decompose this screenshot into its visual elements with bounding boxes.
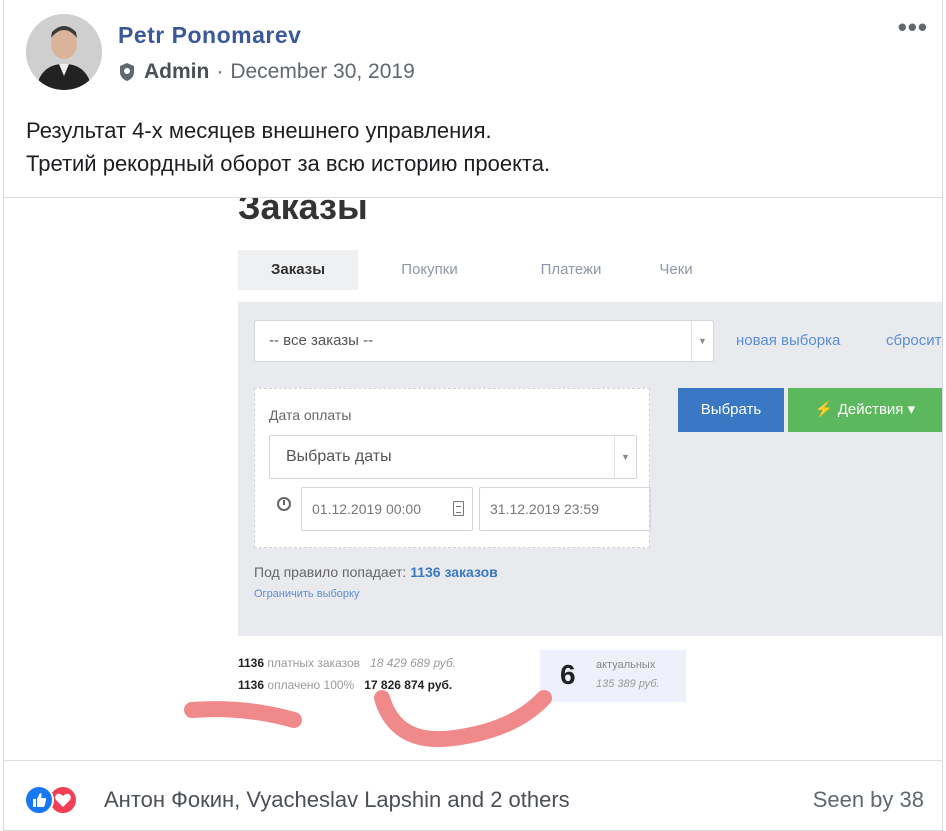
stats-row: 1136 платных заказов 18 429 689 руб.	[238, 652, 456, 674]
chevron-down-icon: ▼	[614, 436, 636, 478]
actual-label: актуальных	[596, 659, 656, 671]
like-icon	[24, 785, 54, 815]
paid-orders-label: платных заказов	[267, 656, 361, 670]
seen-by-count[interactable]: Seen by 38	[813, 787, 924, 813]
reaction-names[interactable]: Антон Фокин, Vyacheslav Lapshin and 2 ot…	[104, 787, 570, 813]
actual-sum: 135 389 руб.	[596, 678, 660, 690]
more-options-icon[interactable]: •••	[898, 12, 928, 43]
paid-100-sum: 17 826 874 руб.	[364, 678, 453, 692]
date-from-value: 01.12.2019 00:00	[312, 501, 421, 517]
paid-orders-sum: 18 429 689 руб.	[370, 656, 457, 670]
meta-separator: ·	[216, 60, 224, 83]
orders-filter-select: -- все заказы -- ▼	[254, 320, 714, 362]
tab-orders: Заказы	[238, 250, 358, 290]
paid-100-label: оплачено 100%	[267, 678, 355, 692]
tab-purchases: Покупки	[401, 261, 458, 278]
date-to-value: 31.12.2019 23:59	[490, 501, 599, 517]
rule-count: 1136 заказов	[410, 564, 498, 580]
avatar-photo	[26, 14, 102, 90]
author-name[interactable]: Petr Ponomarev	[118, 22, 301, 49]
stats-row: 1136 оплачено 100% 17 826 874 руб.	[238, 674, 456, 696]
post-meta: Admin · December 30, 2019	[118, 60, 415, 84]
tab-payments: Платежи	[540, 261, 602, 278]
rule-prefix: Под правило попадает:	[254, 564, 411, 580]
paid-100-count: 1136	[238, 678, 265, 692]
order-stats: 1136 платных заказов 18 429 689 руб. 113…	[238, 652, 456, 696]
admin-shield-icon	[120, 63, 134, 81]
filter-panel: -- все заказы -- ▼ новая выборка сбросит…	[238, 302, 942, 636]
actual-count: 6	[560, 659, 576, 690]
post-card: Petr Ponomarev Admin · December 30, 2019…	[3, 0, 943, 831]
select-button: Выбрать	[678, 388, 784, 432]
date-to-field: 31.12.2019 23:59	[479, 487, 651, 531]
payment-date-box: Дата оплаты Выбрать даты ▼ 01.12.2019 00…	[254, 388, 651, 548]
post-text-line: Результат 4-х месяцев внешнего управлени…	[26, 118, 492, 143]
limit-selection-link: Ограничить выборку	[254, 588, 360, 600]
reset-link: сбросить	[886, 332, 942, 349]
post-text: Результат 4-х месяцев внешнего управлени…	[26, 114, 550, 180]
post-text-line: Третий рекордный оборот за всю историю п…	[26, 151, 551, 176]
thumbs-up-icon	[33, 793, 47, 807]
clock-icon	[277, 497, 291, 511]
avatar[interactable]	[26, 14, 102, 90]
new-selection-link: новая выборка	[736, 332, 841, 349]
actual-orders-box: 6 актуальных 135 389 руб.	[540, 650, 686, 702]
post-date[interactable]: December 30, 2019	[230, 60, 414, 84]
payment-date-label: Дата оплаты	[269, 407, 352, 423]
date-from-field: 01.12.2019 00:00	[301, 487, 473, 531]
filter-value: -- все заказы --	[269, 332, 374, 349]
rule-summary: Под правило попадает: 1136 заказов	[254, 564, 498, 580]
orders-tabs: Заказы Покупки Платежи Чеки	[238, 250, 711, 290]
reaction-icons[interactable]	[24, 785, 78, 815]
post-footer: Антон Фокин, Vyacheslav Lapshin and 2 ot…	[4, 760, 942, 831]
date-range-select: Выбрать даты ▼	[269, 435, 637, 479]
tab-receipts: Чеки	[659, 261, 693, 278]
date-select-value: Выбрать даты	[286, 448, 392, 465]
post-image[interactable]: Заказы Заказы Покупки Платежи Чеки -- вс…	[4, 197, 942, 760]
chevron-down-icon: ▼	[691, 321, 713, 361]
actions-button: ⚡ Действия ▾	[788, 388, 942, 432]
orders-title: Заказы	[238, 197, 368, 227]
calendar-icon	[453, 501, 464, 516]
paid-orders-count: 1136	[238, 656, 265, 670]
admin-badge: Admin	[144, 60, 210, 83]
